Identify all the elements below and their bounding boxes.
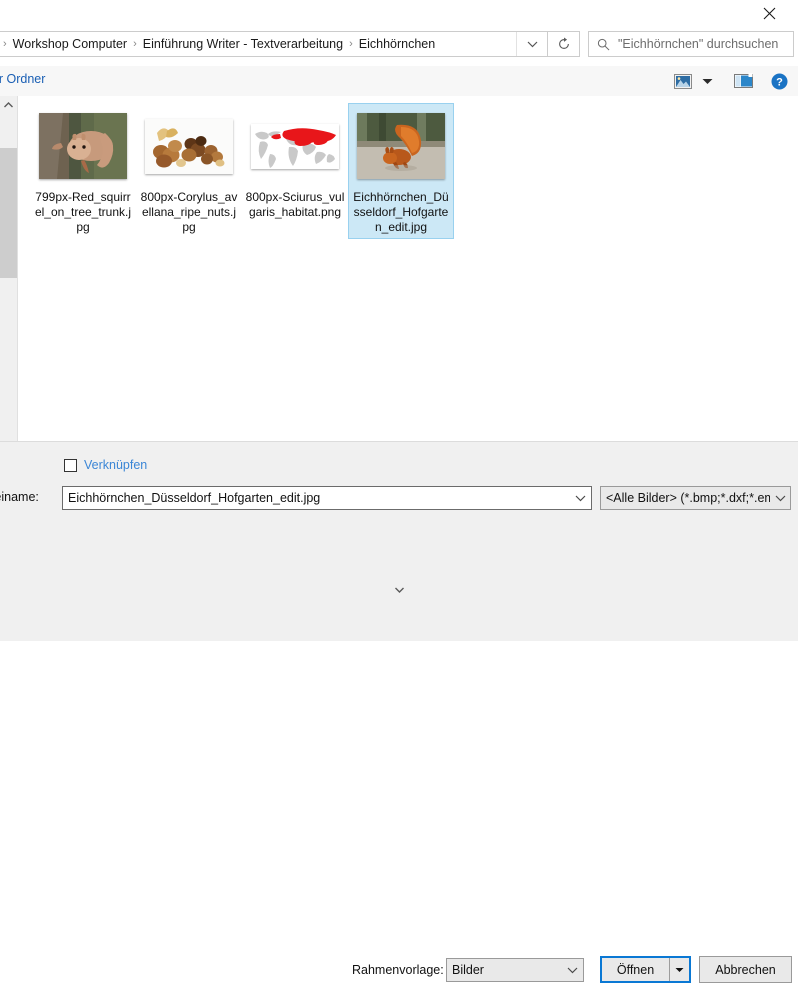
breadcrumb-separator-0: › xyxy=(1,38,9,50)
scrollbar-thumb[interactable] xyxy=(0,148,17,278)
file-list-pane[interactable]: 799px-Red_squirrel_on_tree_trunk.jpg xyxy=(18,96,798,441)
refresh-icon[interactable] xyxy=(548,31,580,57)
breadcrumb-separator-1: › xyxy=(131,38,139,50)
open-split-caret-down-icon[interactable] xyxy=(669,958,689,981)
new-folder-button[interactable]: euer Ordner xyxy=(0,72,45,86)
file-item-1[interactable]: 800px-Corylus_avellana_ripe_nuts.jpg xyxy=(136,103,242,239)
file-name-2: 800px-Sciurus_vulgaris_habitat.png xyxy=(245,190,345,220)
frame-style-value: Bilder xyxy=(447,963,561,977)
file-thumbnail-3 xyxy=(353,109,449,183)
file-thumbnail-1 xyxy=(141,109,237,183)
filename-value: Eichhörnchen_Düsseldorf_Hofgarten_edit.j… xyxy=(63,491,569,505)
file-thumbnail-2 xyxy=(247,109,343,183)
frame-style-select[interactable]: Bilder xyxy=(446,958,584,982)
breadcrumb-item-2[interactable]: Eichhörnchen xyxy=(355,37,439,51)
command-bar: euer Ordner xyxy=(0,66,798,97)
file-item-2[interactable]: 800px-Sciurus_vulgaris_habitat.png xyxy=(242,103,348,239)
file-type-filter-value: <Alle Bilder> (*.bmp;*.dxf;*.em xyxy=(601,491,770,505)
file-thumbnail-0 xyxy=(35,109,131,183)
file-name-0: 799px-Red_squirrel_on_tree_trunk.jpg xyxy=(33,190,133,235)
breadcrumb: › Workshop Computer › Einführung Writer … xyxy=(0,37,516,51)
frame-style-label: Rahmenvorlage: xyxy=(352,963,444,977)
scroll-down-chevron-down-icon[interactable] xyxy=(0,538,798,641)
open-button-label: Öffnen xyxy=(602,963,669,977)
help-icon[interactable]: ? xyxy=(766,68,792,94)
open-button[interactable]: Öffnen xyxy=(600,956,691,983)
breadcrumb-item-0[interactable]: Workshop Computer xyxy=(9,37,131,51)
navigation-bar: › Workshop Computer › Einführung Writer … xyxy=(0,28,798,66)
file-name-1: 800px-Corylus_avellana_ripe_nuts.jpg xyxy=(139,190,239,235)
file-type-filter-select[interactable]: <Alle Bilder> (*.bmp;*.dxf;*.em xyxy=(600,486,791,510)
svg-text:?: ? xyxy=(776,76,783,88)
filename-label: ateiname: xyxy=(0,490,39,504)
dialog-footer: Verknüpfen ateiname: Eichhörnchen_Düssel… xyxy=(0,442,798,545)
close-icon[interactable] xyxy=(748,0,790,26)
breadcrumb-item-1[interactable]: Einführung Writer - Textverarbeitung xyxy=(139,37,347,51)
cancel-button[interactable]: Abbrechen xyxy=(699,956,792,983)
search-input[interactable]: "Eichhörnchen" durchsuchen xyxy=(588,31,794,57)
link-checkbox[interactable] xyxy=(64,459,77,472)
file-open-dialog: › Workshop Computer › Einführung Writer … xyxy=(0,0,798,545)
content-area: 799px-Red_squirrel_on_tree_trunk.jpg xyxy=(0,96,798,442)
filename-chevron-down-icon[interactable] xyxy=(569,495,591,502)
file-item-0[interactable]: 799px-Red_squirrel_on_tree_trunk.jpg xyxy=(30,103,136,239)
link-checkbox-row[interactable]: Verknüpfen xyxy=(64,458,147,472)
filename-input[interactable]: Eichhörnchen_Düsseldorf_Hofgarten_edit.j… xyxy=(62,486,592,510)
command-bar-icons: ? xyxy=(670,66,792,96)
cancel-button-label: Abbrechen xyxy=(715,963,775,977)
scroll-up-chevron-up-icon[interactable] xyxy=(0,96,17,113)
search-icon xyxy=(597,38,610,51)
breadcrumb-separator-2: › xyxy=(347,38,355,50)
file-item-3[interactable]: Eichhörnchen_Düsseldorf_Hofgarten_edit.j… xyxy=(348,103,454,239)
navigation-pane-scrollbar[interactable] xyxy=(0,96,18,441)
preview-pane-icon[interactable] xyxy=(730,68,756,94)
address-dropdown-icon[interactable] xyxy=(516,32,547,56)
frame-style-chevron-down-icon[interactable] xyxy=(561,967,583,974)
file-type-filter-chevron-down-icon[interactable] xyxy=(770,495,790,502)
title-bar xyxy=(0,0,798,28)
address-bar[interactable]: › Workshop Computer › Einführung Writer … xyxy=(0,31,548,57)
link-checkbox-label[interactable]: Verknüpfen xyxy=(84,458,147,472)
view-options-icon[interactable] xyxy=(670,68,696,94)
view-options-chevron-down-icon[interactable] xyxy=(696,68,718,94)
search-placeholder: "Eichhörnchen" durchsuchen xyxy=(618,37,778,51)
file-name-3: Eichhörnchen_Düsseldorf_Hofgarten_edit.j… xyxy=(351,190,451,235)
file-grid: 799px-Red_squirrel_on_tree_trunk.jpg xyxy=(30,103,454,239)
